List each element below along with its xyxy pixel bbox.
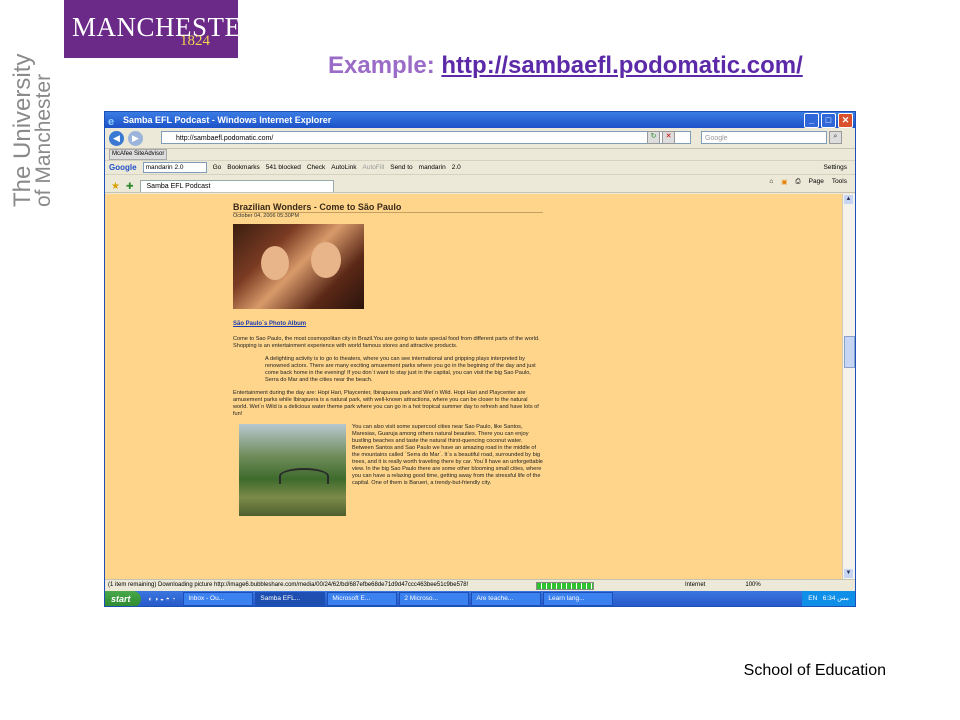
download-progress	[536, 582, 594, 590]
browser-window: e Samba EFL Podcast - Windows Internet E…	[104, 111, 856, 607]
taskbar-item-excel[interactable]: Microsoft E...	[327, 592, 398, 606]
logo-year: 1824	[180, 33, 210, 49]
status-text: (1 item remaining) Downloading picture h…	[108, 582, 469, 588]
start-button[interactable]: start	[105, 591, 141, 606]
side-text-line-2: of Manchester	[32, 73, 55, 207]
blog-post: Brazilian Wonders - Come to São Paulo Oc…	[233, 203, 543, 520]
post-date: October 04, 2006 05:30PM	[233, 213, 300, 219]
post-paragraph-1: Come to Sao Paulo, the most cosmopolitan…	[233, 336, 540, 349]
post-paragraph-2: A delighting activity is to go to theate…	[265, 356, 536, 383]
google-search-input[interactable]: mandarin 2.0	[142, 162, 207, 173]
park-photo[interactable]	[239, 424, 346, 516]
stop-icon[interactable]: ✕	[662, 131, 675, 144]
print-icon[interactable]: ⎙	[795, 178, 800, 186]
autolink-button[interactable]: AutoLink	[331, 164, 356, 171]
taskbar-item-inbox[interactable]: Inbox - Ou...	[183, 592, 254, 606]
logo-name: MANCHESTER	[72, 12, 261, 42]
system-tray: EN 6:34 مس	[802, 591, 855, 606]
vertical-scrollbar[interactable]: ▲ ▼	[842, 194, 855, 579]
taskbar-item-word[interactable]: 2 Microso...	[399, 592, 470, 606]
zoom-level[interactable]: 100%	[745, 580, 760, 591]
highlight-mandarin-button[interactable]: mandarin	[419, 164, 446, 171]
feeds-icon[interactable]: ▣	[781, 178, 787, 186]
google-logo: Google	[109, 163, 137, 172]
tab-row: ★ ✚ Samba EFL Podcast ⌂ ▣ ⎙ Page Tools	[105, 175, 855, 193]
settings-button[interactable]: Settings	[824, 164, 848, 171]
forward-button[interactable]: ▶	[128, 130, 143, 146]
language-indicator[interactable]: EN	[808, 595, 817, 602]
tools-menu[interactable]: Tools	[832, 178, 847, 186]
search-input[interactable]: Google	[701, 131, 827, 144]
send-to-button[interactable]: Send to	[390, 164, 412, 171]
popup-blocked-button[interactable]: 541 blocked	[266, 164, 301, 171]
autofill-button[interactable]: AutoFill	[363, 164, 385, 171]
mcafee-toolbar: McAfee SiteAdvisor	[105, 149, 855, 161]
page-menu[interactable]: Page	[809, 178, 824, 186]
favorites-star-icon[interactable]: ★	[111, 181, 120, 192]
back-button[interactable]: ◀	[109, 130, 124, 146]
side-text-line-1: The University	[9, 53, 36, 207]
minimize-button[interactable]: _	[804, 113, 819, 128]
slide-title-link[interactable]: http://sambaefl.podomatic.com/	[441, 52, 802, 79]
mcafee-siteadvisor-button[interactable]: McAfee SiteAdvisor	[109, 149, 168, 160]
post-title: Brazilian Wonders - Come to São Paulo	[233, 203, 543, 213]
page-content: Brazilian Wonders - Come to São Paulo Oc…	[105, 194, 845, 579]
scroll-up-icon[interactable]: ▲	[844, 195, 853, 204]
nav-toolbar: ◀ ▶ http://sambaefl.podomatic.com/ ↻ ✕ G…	[105, 128, 855, 149]
highlight-2-button[interactable]: 2.0	[452, 164, 461, 171]
friends-photo[interactable]	[233, 224, 364, 309]
footer-school-name: School of Education	[743, 662, 886, 679]
refresh-icon[interactable]: ↻	[647, 131, 660, 144]
scroll-thumb[interactable]	[844, 336, 855, 368]
clock: 6:34 مس	[822, 595, 849, 602]
search-icon[interactable]: ⌕	[829, 131, 842, 144]
quick-launch-icons[interactable]: ◐ ◑ ◒ ◓ ◔	[143, 596, 182, 603]
university-logo: MANCHESTER 1824	[64, 0, 260, 58]
address-bar[interactable]: http://sambaefl.podomatic.com/	[161, 131, 691, 144]
google-go-button[interactable]: Go	[213, 164, 222, 171]
home-icon[interactable]: ⌂	[769, 178, 773, 186]
tab-samba-efl-podcast[interactable]: Samba EFL Podcast	[139, 180, 334, 192]
taskbar-item-learn[interactable]: Learn lang...	[543, 592, 614, 606]
post-paragraph-3: Entertainment during the day are: Hopi H…	[233, 390, 539, 417]
slide-title: Example: http://sambaefl.podomatic.com/	[328, 52, 803, 80]
status-bar: (1 item remaining) Downloading picture h…	[105, 579, 855, 591]
window-titlebar: e Samba EFL Podcast - Windows Internet E…	[105, 112, 855, 128]
university-side-text: The University of Manchester	[9, 53, 55, 207]
add-favorite-icon[interactable]: ✚	[126, 181, 134, 192]
scroll-down-icon[interactable]: ▼	[844, 569, 853, 578]
taskbar-item-samba[interactable]: Samba EFL...	[255, 592, 326, 606]
check-button[interactable]: Check	[307, 164, 325, 171]
bookmarks-button[interactable]: Bookmarks	[227, 164, 260, 171]
close-button[interactable]: ✕	[838, 113, 853, 128]
internet-zone: Internet	[685, 582, 706, 588]
window-title: Samba EFL Podcast - Windows Internet Exp…	[123, 115, 332, 125]
google-toolbar: Google mandarin 2.0 Go Bookmarks 541 blo…	[105, 161, 855, 175]
taskbar-item-teachers[interactable]: Are teache...	[471, 592, 542, 606]
slide-title-prefix: Example:	[328, 52, 442, 79]
maximize-button[interactable]: □	[821, 113, 836, 128]
photo-album-link[interactable]: São Paulo´s Photo Album	[233, 321, 543, 328]
windows-taskbar: start ◐ ◑ ◒ ◓ ◔ Inbox - Ou... Samba EFL.…	[105, 591, 855, 606]
